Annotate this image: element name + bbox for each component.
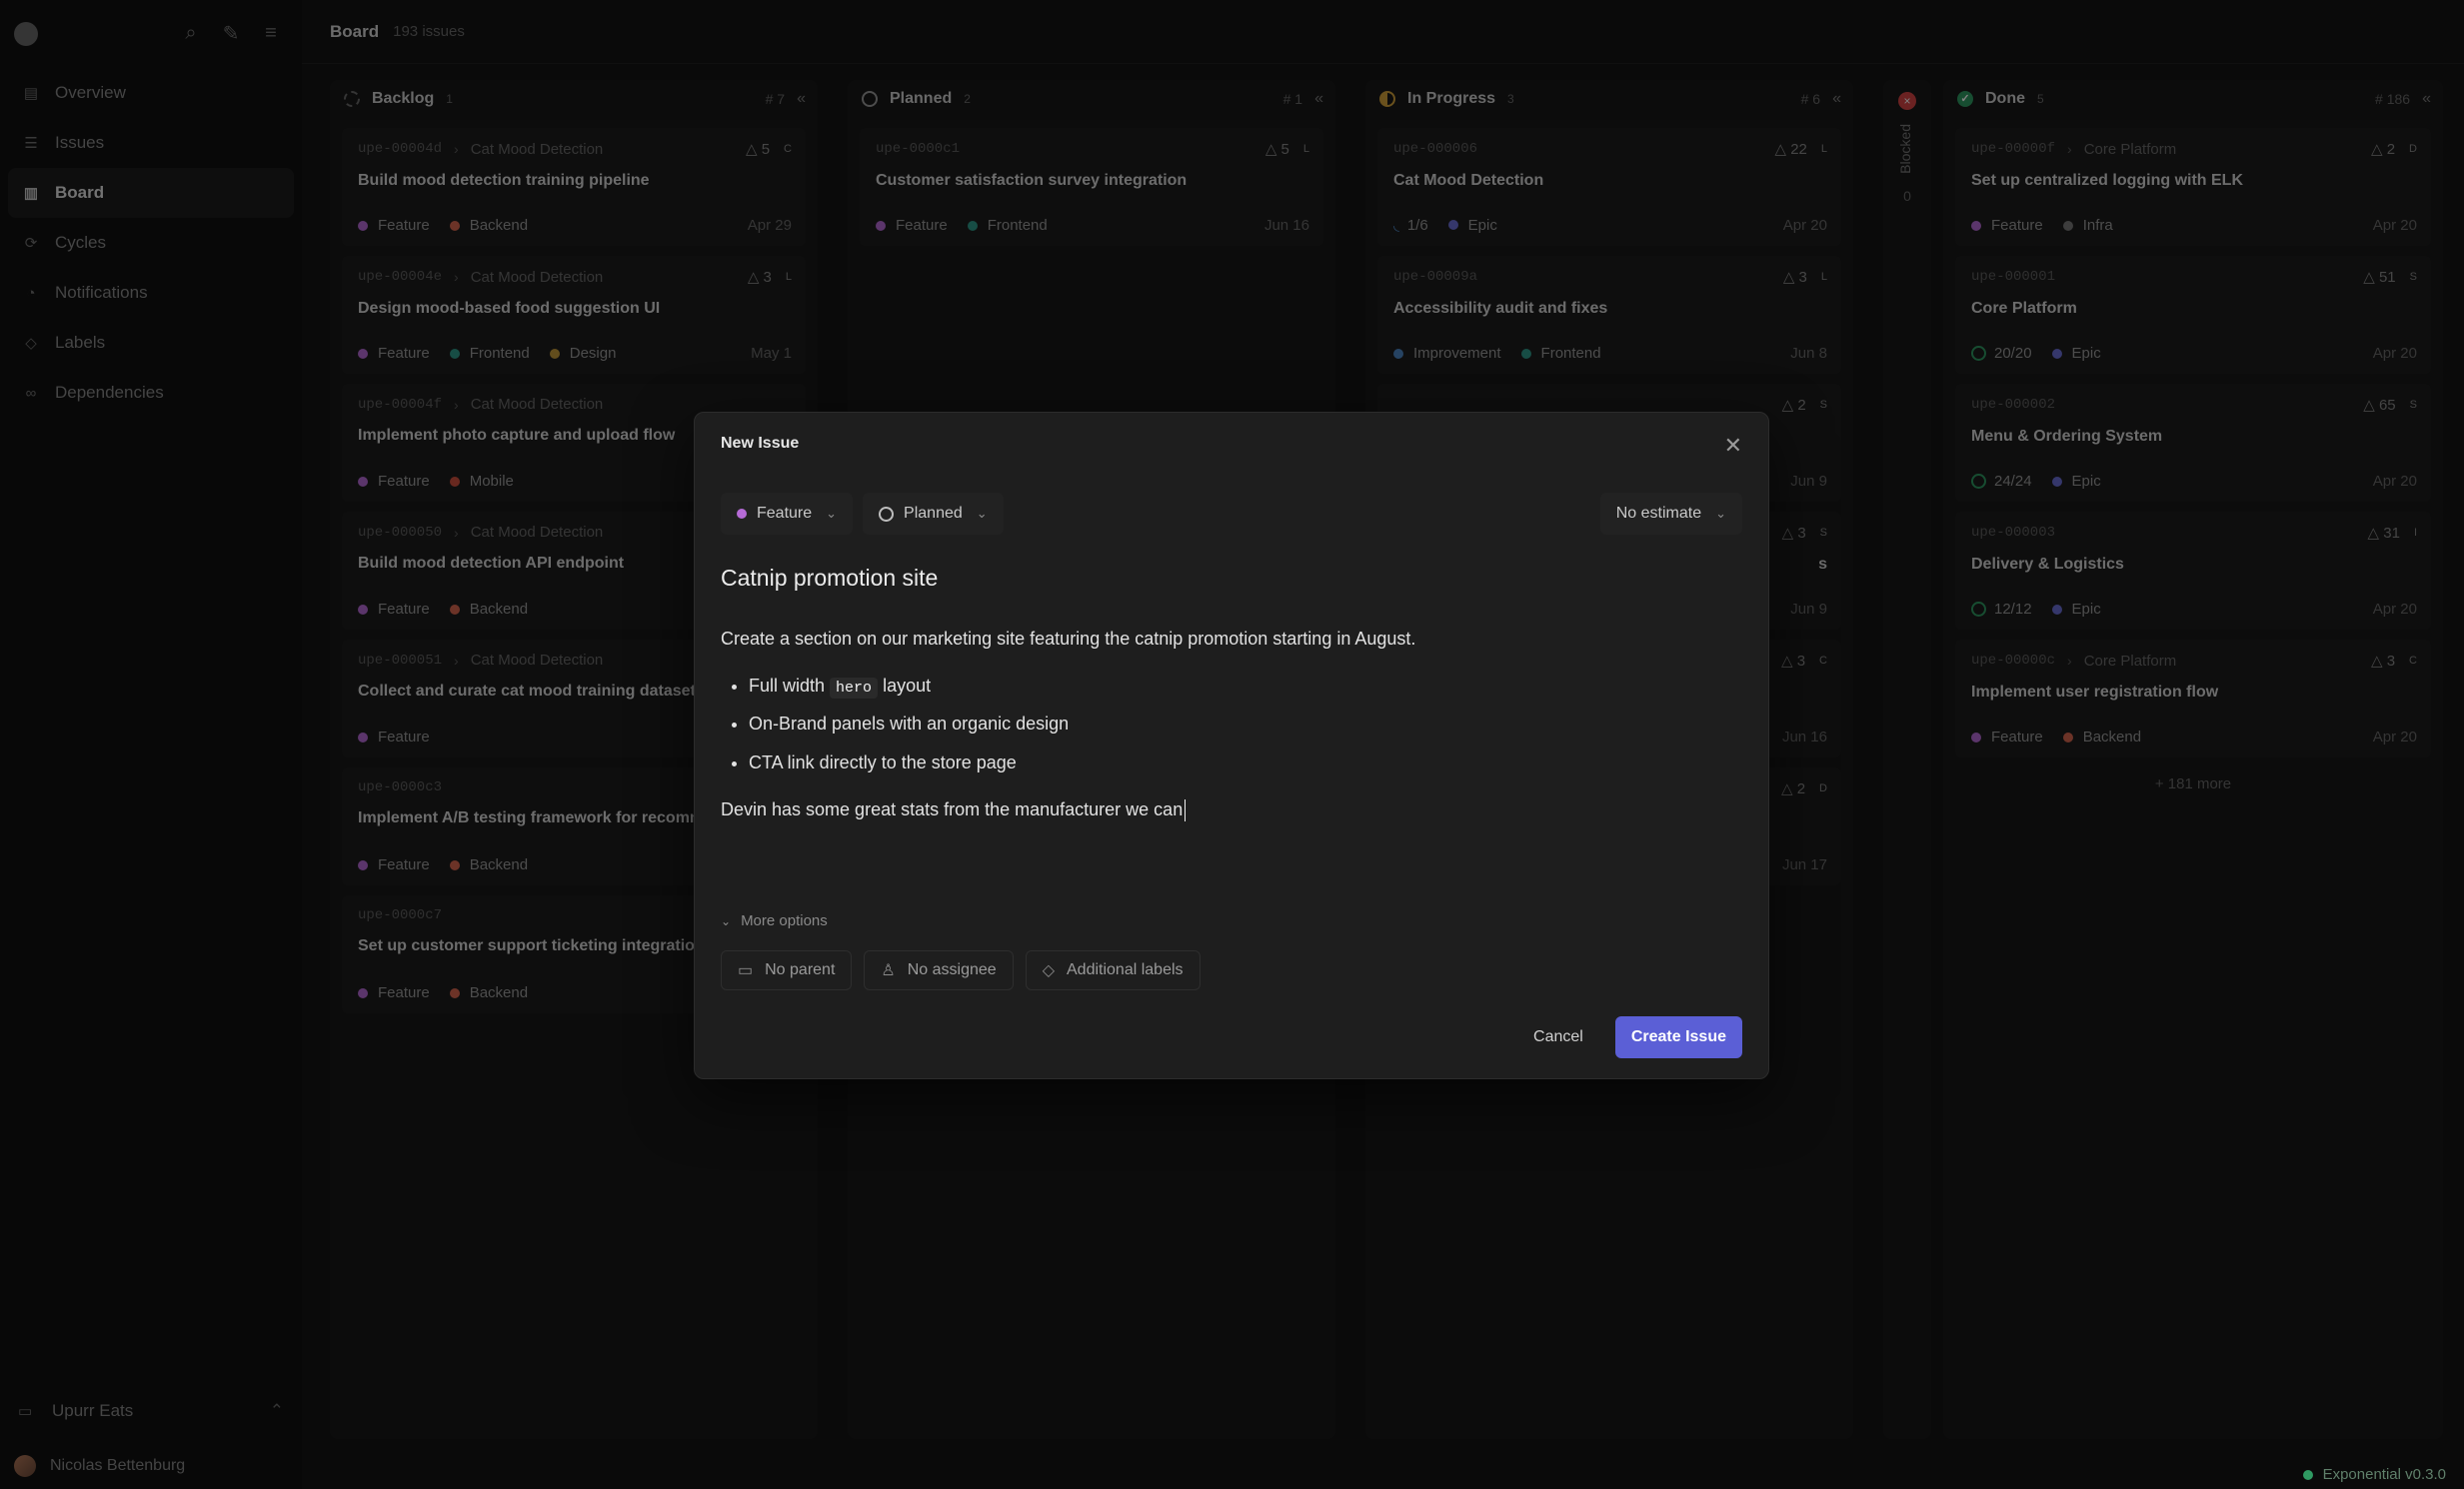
cancel-button[interactable]: Cancel [1533,1028,1583,1046]
description-paragraph: Create a section on our marketing site f… [721,629,1416,649]
inline-code: hero [830,678,879,700]
chevron-down-icon: ⌄ [826,506,838,521]
labels-select[interactable]: ◇ Additional labels [1025,950,1201,990]
folder-icon: ▭ [738,962,754,979]
list-item-text: layout [883,676,932,697]
issue-description-editor[interactable]: Create a section on our marketing site f… [721,627,1742,822]
chevron-down-icon: ⌄ [1715,506,1726,521]
description-paragraph: Devin has some great stats from the manu… [721,797,1742,822]
status-value: Planned [904,505,963,522]
planned-status-icon [879,506,895,522]
assignee-value: No assignee [907,961,997,978]
version-indicator: Exponential v0.3.0 [2302,1466,2446,1483]
close-icon[interactable]: ✕ [1724,433,1742,459]
extra-properties: ▭ No parent ♙ No assignee ◇ Additional labe… [721,950,1213,990]
list-item: On-Brand panels with an organic design [749,712,1742,737]
issue-properties: Feature ⌄ Planned ⌄ No estimate ⌄ [721,493,1742,535]
list-item-text: Full width [749,676,826,697]
labels-value: Additional labels [1067,961,1184,978]
dialog-title: New Issue [721,435,800,452]
assignee-select[interactable]: ♙ No assignee [864,950,1014,990]
chevron-down-icon: ⌄ [976,506,988,521]
more-options-toggle[interactable]: ⌄ More options [721,912,828,929]
new-issue-dialog: New Issue ✕ Feature ⌄ Planned ⌄ No estim… [694,412,1769,1079]
text-cursor [1185,799,1187,821]
user-icon: ♙ [881,962,896,979]
list-item: Full width hero layout [749,674,1742,700]
more-options-label: More options [741,912,828,929]
status-dot-icon [2302,1469,2313,1480]
parent-value: No parent [765,961,836,978]
feature-dot-icon [737,509,747,519]
estimate-select[interactable]: No estimate ⌄ [1599,493,1742,535]
type-select[interactable]: Feature ⌄ [721,493,854,535]
description-text: Devin has some great stats from the manu… [721,798,1184,819]
list-item: CTA link directly to the store page [749,750,1742,775]
chevron-down-icon: ⌄ [721,913,732,928]
type-value: Feature [757,505,813,522]
issue-title-input[interactable]: Catnip promotion site [721,565,938,592]
status-select[interactable]: Planned ⌄ [863,493,1004,535]
estimate-value: No estimate [1615,505,1702,522]
tag-icon: ◇ [1042,962,1055,979]
dialog-actions: Cancel Create Issue [1533,1016,1742,1058]
parent-select[interactable]: ▭ No parent [721,950,853,990]
description-list: Full width hero layout On-Brand panels w… [749,674,1742,775]
create-issue-button[interactable]: Create Issue [1614,1016,1742,1058]
version-text: Exponential v0.3.0 [2322,1466,2446,1483]
